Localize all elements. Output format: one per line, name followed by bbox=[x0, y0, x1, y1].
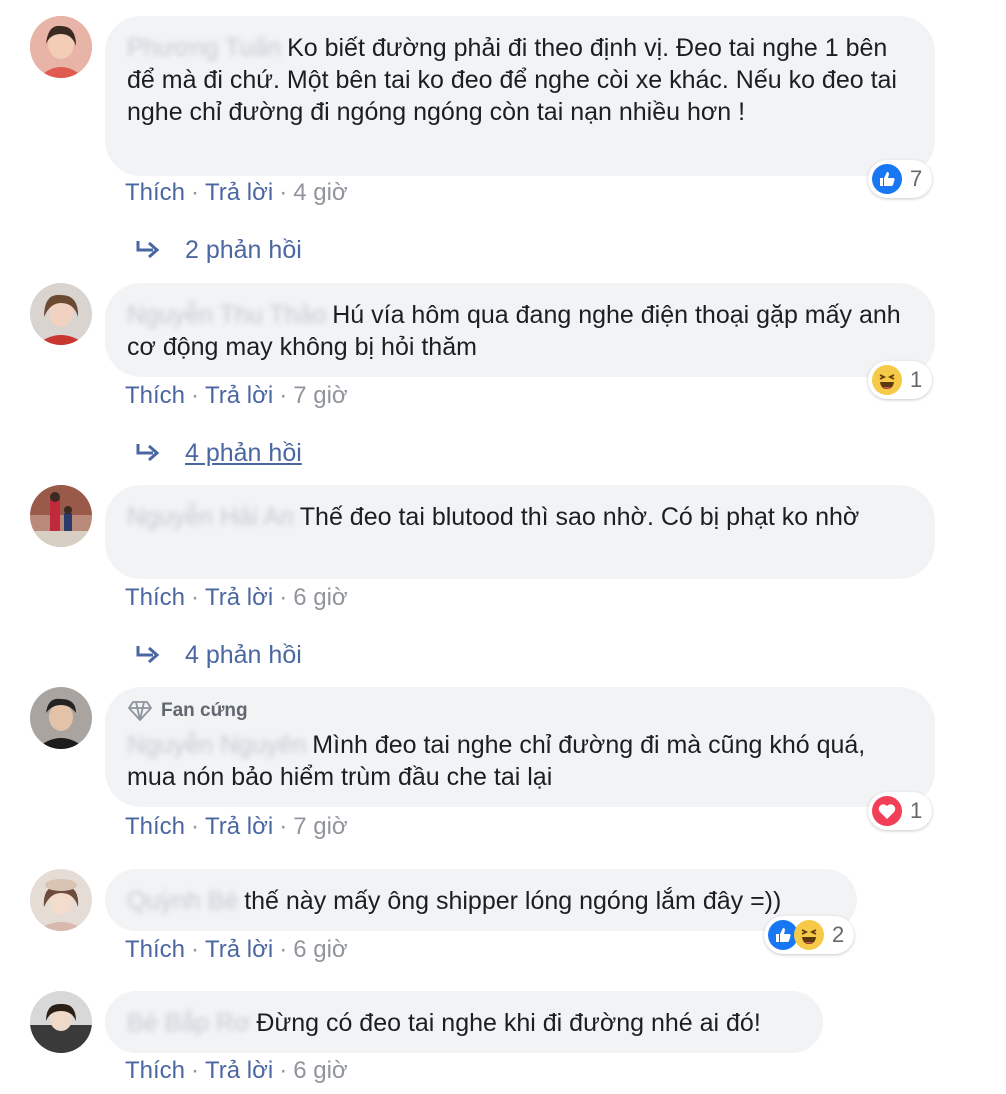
comment-bubble: Nguyễn Thu Thảo Hú vía hôm qua đang nghe … bbox=[105, 283, 935, 377]
reaction-count: 1 bbox=[910, 367, 923, 392]
avatar[interactable] bbox=[30, 687, 92, 749]
reply-link[interactable]: Trả lời bbox=[205, 813, 273, 840]
comment-actions: Thích · Trả lời · 6 giờ bbox=[125, 936, 348, 963]
author-name[interactable]: Phương Tuấn bbox=[127, 34, 281, 62]
reply-arrow-icon bbox=[136, 241, 160, 259]
timestamp[interactable]: 4 giờ bbox=[293, 179, 347, 206]
diamond-icon bbox=[128, 701, 152, 721]
reactions-summary[interactable]: 2 bbox=[764, 916, 855, 954]
author-name[interactable]: Nguyễn Hải An bbox=[127, 503, 294, 531]
comment-actions: Thích · Trả lời · 6 giờ bbox=[125, 1057, 348, 1084]
reply-link[interactable]: Trả lời bbox=[205, 179, 273, 206]
avatar[interactable] bbox=[30, 16, 92, 78]
comment-text: thế này mấy ông shipper lóng ngóng lắm đ… bbox=[244, 887, 782, 915]
author-name[interactable]: Nguyễn Nguyên bbox=[127, 731, 306, 759]
reply-arrow-icon bbox=[136, 646, 160, 664]
comment-actions: Thích · Trả lời · 6 giờ bbox=[125, 584, 348, 611]
like-link[interactable]: Thích bbox=[125, 1057, 185, 1084]
view-replies-link[interactable]: 4 phản hồi bbox=[135, 640, 302, 670]
comment-bubble: Nguyễn Hải An Thế đeo tai blutood thì sao… bbox=[105, 485, 935, 579]
reply-link[interactable]: Trả lời bbox=[205, 382, 273, 409]
avatar[interactable] bbox=[30, 283, 92, 345]
comment-bubble: Fan cứng Nguyễn Nguyên Mình đeo tai nghe … bbox=[105, 687, 935, 807]
comment-actions: Thích · Trả lời · 4 giờ bbox=[125, 179, 348, 206]
reply-link[interactable]: Trả lời bbox=[205, 936, 273, 963]
reply-arrow-icon bbox=[136, 444, 160, 462]
like-icon bbox=[872, 164, 902, 194]
comment-bubble: Quỳnh Bé thế này mấy ông shipper lóng ngó… bbox=[105, 869, 857, 931]
like-link[interactable]: Thích bbox=[125, 382, 185, 409]
haha-icon bbox=[794, 920, 824, 950]
like-link[interactable]: Thích bbox=[125, 936, 185, 963]
like-link[interactable]: Thích bbox=[125, 584, 185, 611]
comment-actions: Thích · Trả lời · 7 giờ bbox=[125, 813, 348, 840]
reaction-count: 2 bbox=[832, 922, 845, 947]
like-link[interactable]: Thích bbox=[125, 813, 185, 840]
avatar[interactable] bbox=[30, 485, 92, 547]
comment-text: Thế đeo tai blutood thì sao nhờ. Có bị p… bbox=[299, 503, 860, 531]
timestamp[interactable]: 6 giờ bbox=[293, 1057, 347, 1084]
view-replies-link[interactable]: 2 phản hồi bbox=[135, 235, 302, 265]
reply-link[interactable]: Trả lời bbox=[205, 584, 273, 611]
view-replies-link[interactable]: 4 phản hồi bbox=[135, 438, 302, 468]
reply-link[interactable]: Trả lời bbox=[205, 1057, 273, 1084]
reactions-summary[interactable]: 1 bbox=[868, 792, 933, 830]
love-icon bbox=[872, 796, 902, 826]
avatar[interactable] bbox=[30, 869, 92, 931]
top-fan-badge: Fan cứng bbox=[127, 699, 913, 723]
author-name[interactable]: Nguyễn Thu Thảo bbox=[127, 301, 326, 329]
comment-actions: Thích · Trả lời · 7 giờ bbox=[125, 382, 348, 409]
reactions-summary[interactable]: 7 bbox=[868, 160, 933, 198]
reaction-count: 1 bbox=[910, 798, 923, 823]
replies-count[interactable]: 2 phản hồi bbox=[185, 235, 302, 265]
replies-count[interactable]: 4 phản hồi bbox=[185, 640, 302, 670]
avatar[interactable] bbox=[30, 991, 92, 1053]
haha-icon bbox=[872, 365, 902, 395]
badge-label: Fan cứng bbox=[161, 700, 248, 721]
reaction-count: 7 bbox=[910, 166, 923, 191]
comment-bubble: Bé Bắp Rơ Đừng có đeo tai nghe khi đi đườ… bbox=[105, 991, 823, 1053]
author-name[interactable]: Quỳnh Bé bbox=[127, 887, 238, 915]
timestamp[interactable]: 7 giờ bbox=[293, 813, 347, 840]
timestamp[interactable]: 6 giờ bbox=[293, 936, 347, 963]
timestamp[interactable]: 6 giờ bbox=[293, 584, 347, 611]
replies-count[interactable]: 4 phản hồi bbox=[185, 438, 302, 468]
reactions-summary[interactable]: 1 bbox=[868, 361, 933, 399]
comment-bubble: Phương Tuấn Ko biết đường phải đi theo đị… bbox=[105, 16, 935, 176]
timestamp[interactable]: 7 giờ bbox=[293, 382, 347, 409]
comment-text: Đừng có đeo tai nghe khi đi đường nhé ai… bbox=[256, 1009, 761, 1037]
like-link[interactable]: Thích bbox=[125, 179, 185, 206]
author-name[interactable]: Bé Bắp Rơ bbox=[127, 1009, 250, 1037]
